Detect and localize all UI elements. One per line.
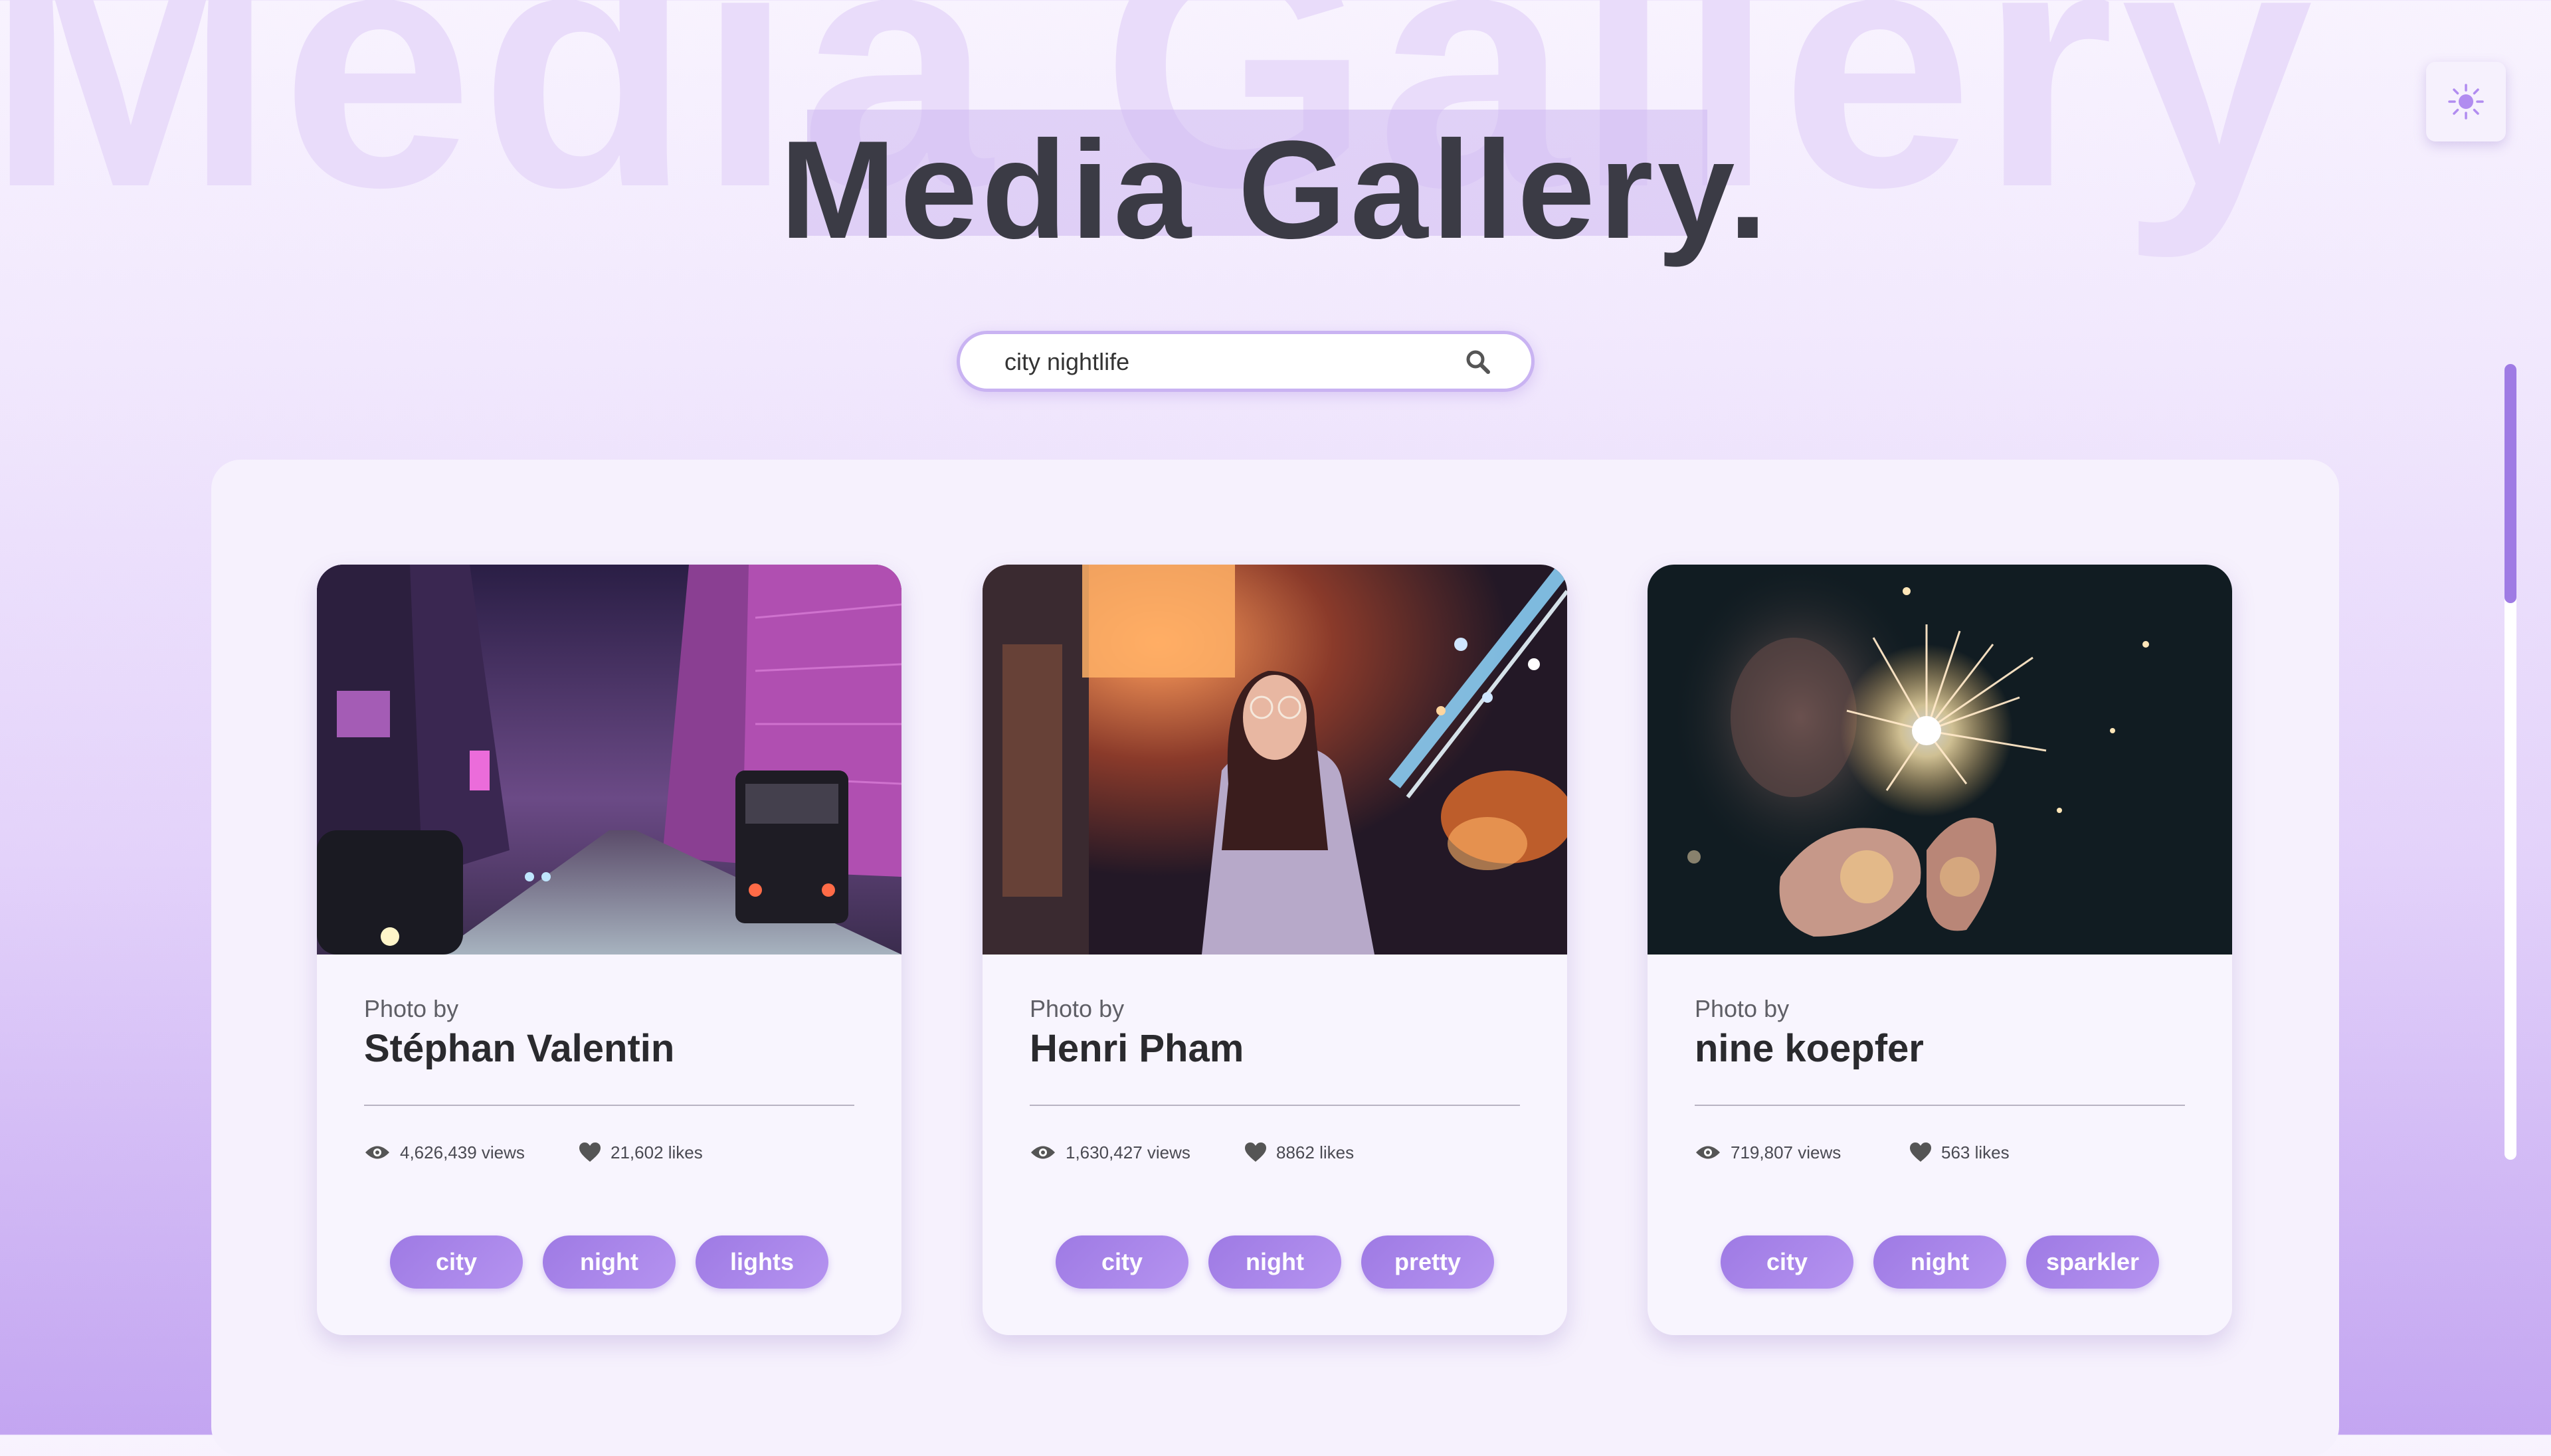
photographer-name[interactable]: Henri Pham (1030, 1026, 1244, 1071)
tag-button[interactable]: night (1208, 1235, 1341, 1289)
tag-button[interactable]: sparkler (2026, 1235, 2159, 1289)
divider (1030, 1105, 1520, 1106)
tag-button[interactable]: city (390, 1235, 523, 1289)
likes-stat: 563 likes (1909, 1139, 2010, 1166)
search-input[interactable] (1003, 334, 1431, 390)
eye-icon (1696, 1146, 1720, 1159)
heart-icon (1245, 1142, 1266, 1162)
photo-card[interactable]: Photo by Henri Pham 1,630,427 views 8862… (983, 565, 1567, 1335)
tag-button[interactable]: city (1721, 1235, 1853, 1289)
views-stat: 4,626,439 views (364, 1139, 525, 1166)
photo-card[interactable]: Photo by Stéphan Valentin 4,626,439 view… (317, 565, 901, 1335)
photographer-name[interactable]: nine koepfer (1695, 1026, 1924, 1071)
likes-count: 21,602 likes (611, 1142, 703, 1162)
tag-button[interactable]: city (1056, 1235, 1188, 1289)
photo-card[interactable]: Photo by nine koepfer 719,807 views 563 … (1648, 565, 2232, 1335)
views-stat: 719,807 views (1695, 1139, 1841, 1166)
eye-icon (365, 1146, 389, 1159)
tag-list: city night pretty (983, 1235, 1567, 1289)
heart-icon (1910, 1142, 1931, 1162)
divider (1695, 1105, 2185, 1106)
views-count: 1,630,427 views (1066, 1142, 1190, 1162)
photo-by-label: Photo by (1695, 995, 1790, 1022)
scrollbar[interactable] (2504, 364, 2516, 1160)
page-title: Media Gallery. (779, 112, 1772, 268)
views-count: 4,626,439 views (400, 1142, 525, 1162)
theme-toggle-button[interactable] (2426, 62, 2506, 141)
likes-count: 563 likes (1941, 1142, 2010, 1162)
eye-icon (1031, 1146, 1055, 1159)
sun-icon (2448, 84, 2484, 120)
tag-button[interactable]: pretty (1361, 1235, 1494, 1289)
tag-button[interactable]: night (1873, 1235, 2006, 1289)
likes-count: 8862 likes (1276, 1142, 1355, 1162)
scrollbar-thumb[interactable] (2504, 364, 2516, 603)
tag-list: city night lights (317, 1235, 901, 1289)
divider (364, 1105, 854, 1106)
photographer-name[interactable]: Stéphan Valentin (364, 1026, 674, 1071)
likes-stat: 21,602 likes (579, 1139, 703, 1166)
photo-woman-neon[interactable] (983, 565, 1567, 955)
views-stat: 1,630,427 views (1030, 1139, 1190, 1166)
photo-city-street[interactable] (317, 565, 901, 955)
photo-by-label: Photo by (364, 995, 459, 1022)
search-bar (957, 331, 1535, 392)
heart-icon (579, 1142, 601, 1162)
tag-list: city night sparkler (1648, 1235, 2232, 1289)
tag-button[interactable]: lights (696, 1235, 828, 1289)
likes-stat: 8862 likes (1244, 1139, 1354, 1166)
search-icon[interactable] (1465, 349, 1491, 375)
photo-sparkler[interactable] (1648, 565, 2232, 955)
photo-by-label: Photo by (1030, 995, 1125, 1022)
tag-button[interactable]: night (543, 1235, 676, 1289)
views-count: 719,807 views (1731, 1142, 1842, 1162)
gallery-panel: Photo by Stéphan Valentin 4,626,439 view… (211, 460, 2339, 1456)
